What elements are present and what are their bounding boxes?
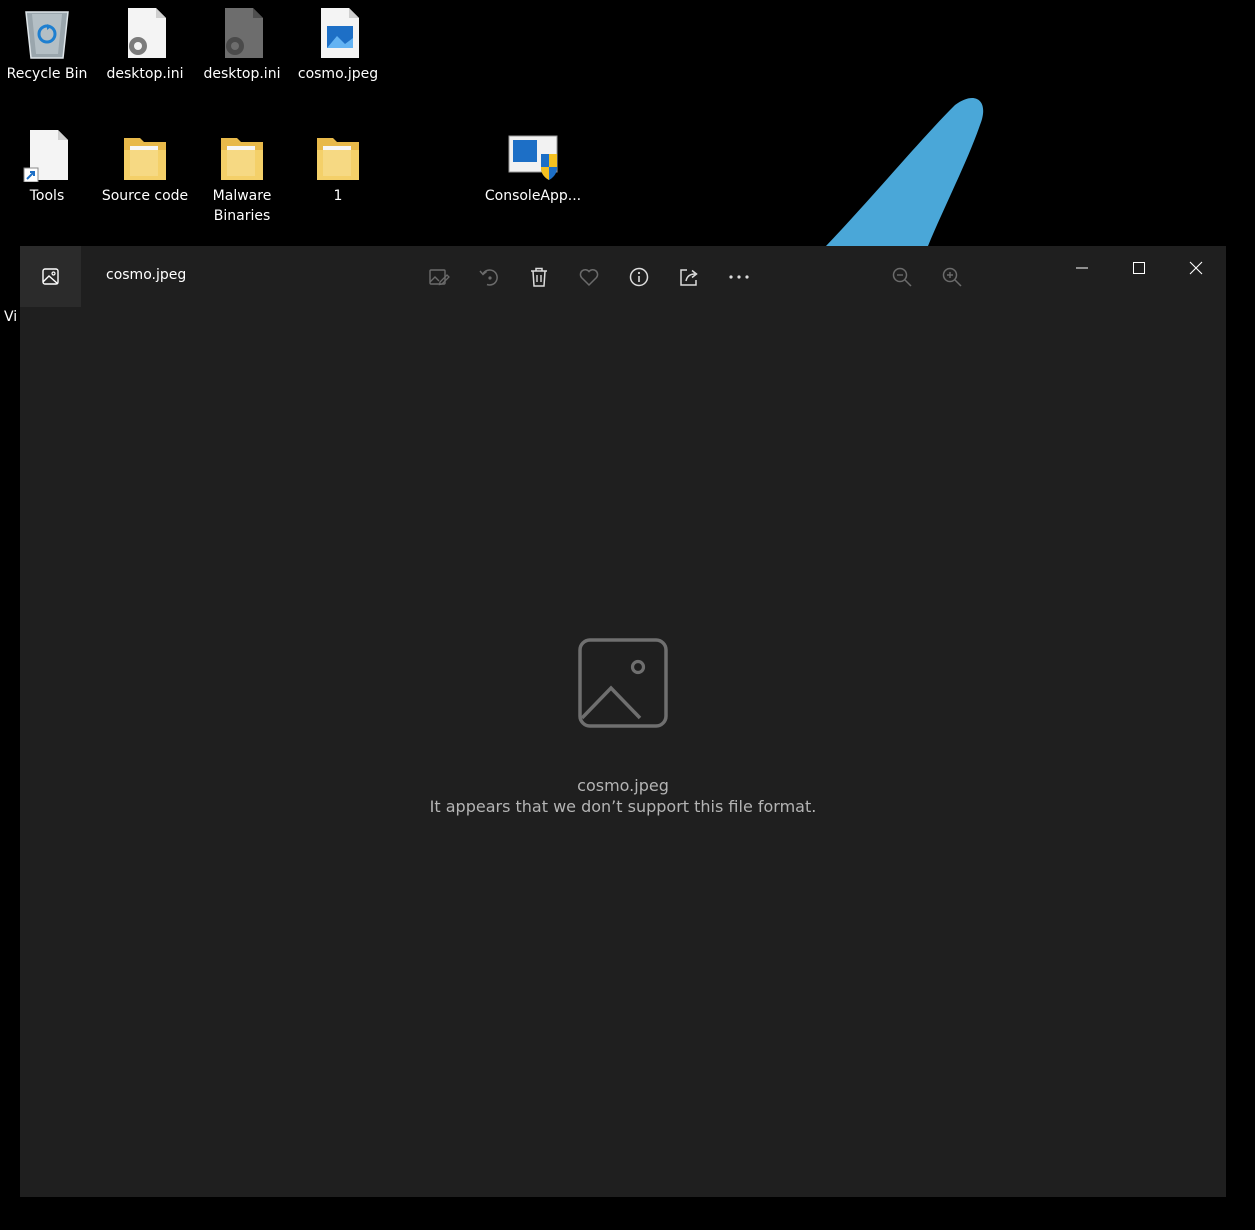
more-button[interactable] [720, 261, 758, 293]
desktop-icon-label: desktop.ini [106, 66, 184, 82]
desktop-icon-source-code[interactable]: Source code [99, 124, 191, 206]
image-file-icon [310, 2, 366, 60]
desktop-icon-cosmo-jpeg[interactable]: cosmo.jpeg [292, 2, 384, 84]
desktop-icon-label: Tools [29, 188, 65, 204]
rotate-icon [479, 269, 498, 286]
photos-app-icon [41, 267, 59, 285]
error-filename: cosmo.jpeg [577, 776, 669, 795]
desktop-icon-label: desktop.ini [203, 66, 281, 82]
maximize-button[interactable] [1110, 246, 1167, 290]
info-icon [629, 267, 649, 287]
desktop-icon-desktop-ini-1[interactable]: desktop.ini [99, 2, 191, 84]
zoom-in-button[interactable] [933, 261, 971, 293]
trash-icon [531, 267, 547, 287]
favorite-button[interactable] [570, 261, 608, 293]
desktop-icon-label-partial: Vi [4, 309, 18, 325]
more-icon [729, 275, 749, 279]
share-button[interactable] [670, 261, 708, 293]
desktop-icon-label: cosmo.jpeg [297, 66, 379, 82]
zoom-out-button[interactable] [883, 261, 921, 293]
shortcut-file-icon [19, 124, 75, 182]
desktop-icon-label: ConsoleApp... [484, 188, 582, 204]
settings-file-icon [117, 2, 173, 60]
desktop-icon-consoleapp[interactable]: ConsoleApp... [484, 124, 582, 206]
recycle-bin-icon [19, 2, 75, 60]
desktop-icon-folder-1[interactable]: 1 [292, 124, 384, 206]
share-icon [680, 269, 698, 286]
desktop: Recycle Bin desktop.ini desktop.ini cosm… [0, 0, 1255, 1230]
folder-icon [214, 124, 270, 182]
photos-window: cosmo.jpeg cosmo.jpeg It appears that we… [20, 246, 1226, 1197]
error-message: It appears that we don’t support this fi… [429, 797, 817, 816]
zoom-in-icon [942, 267, 962, 287]
minimize-button[interactable] [1053, 246, 1110, 290]
close-icon [1189, 261, 1202, 275]
maximize-icon [1132, 262, 1145, 274]
folder-icon [117, 124, 173, 182]
folder-icon [310, 124, 366, 182]
window-title: cosmo.jpeg [106, 267, 187, 283]
image-placeholder-icon [578, 638, 668, 728]
zoom-out-icon [892, 267, 912, 287]
edit-button[interactable] [420, 261, 458, 293]
heart-icon [579, 269, 599, 287]
desktop-icon-tools[interactable]: Tools [1, 124, 93, 206]
delete-button[interactable] [520, 261, 558, 293]
desktop-icon-desktop-ini-2[interactable]: desktop.ini [196, 2, 288, 84]
minimize-icon [1075, 267, 1088, 269]
info-button[interactable] [620, 261, 658, 293]
desktop-icon-label: Source code [101, 188, 189, 204]
photos-app-button[interactable] [20, 246, 81, 307]
desktop-icon-label: 1 [333, 188, 343, 204]
edit-image-icon [429, 269, 450, 286]
shield-app-icon [505, 124, 561, 182]
desktop-icon-label: Malware Binaries [212, 188, 272, 224]
title-bar: cosmo.jpeg [20, 246, 1226, 308]
settings-file-dark-icon [214, 2, 270, 60]
desktop-icon-recycle-bin[interactable]: Recycle Bin [1, 2, 93, 84]
unsupported-format-panel: cosmo.jpeg It appears that we don’t supp… [20, 638, 1226, 816]
desktop-icon-malware-binaries[interactable]: Malware Binaries [196, 124, 288, 226]
desktop-icon-label: Recycle Bin [6, 66, 88, 82]
close-button[interactable] [1167, 246, 1224, 290]
rotate-button[interactable] [470, 261, 508, 293]
